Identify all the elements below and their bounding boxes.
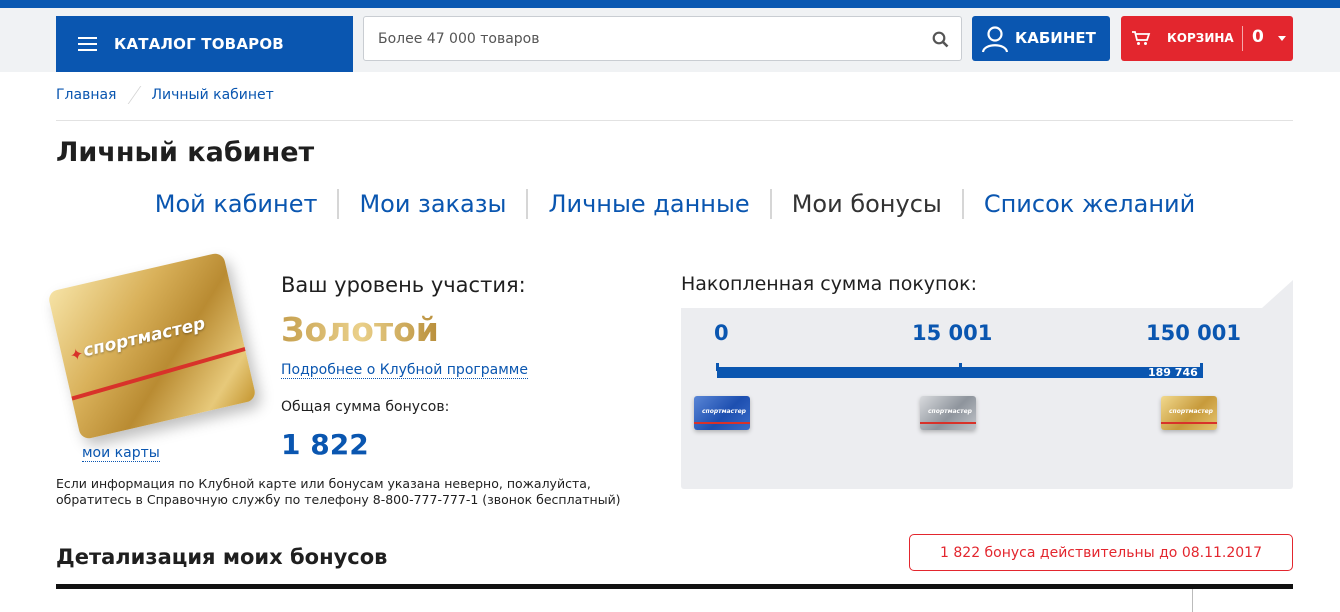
caret-down-icon[interactable] — [1278, 36, 1286, 41]
my-cards-link[interactable]: мои карты — [82, 445, 160, 462]
bonus-caption: Общая сумма бонусов: — [281, 399, 450, 415]
info-text: Если информация по Клубной карте или бон… — [56, 476, 621, 507]
panel-notch — [1262, 280, 1293, 308]
mini-card-brand: спортмастер — [702, 408, 746, 415]
tab-personal-data[interactable]: Личные данные — [528, 190, 769, 218]
level-caption: Ваш уровень участия: — [281, 273, 526, 297]
progress-tick — [959, 363, 962, 371]
search-icon[interactable] — [932, 31, 949, 48]
table-edge — [1192, 589, 1193, 612]
cabinet-label: КАБИНЕТ — [1015, 29, 1096, 47]
account-tabs: Мой кабинет Мои заказы Личные данные Мои… — [130, 189, 1220, 219]
cabinet-button[interactable]: КАБИНЕТ — [972, 16, 1110, 61]
breadcrumb-home[interactable]: Главная — [56, 87, 116, 103]
mini-card-brand: спортмастер — [928, 408, 972, 415]
bonus-details-title: Детализация моих бонусов — [56, 545, 388, 569]
search-box — [363, 16, 962, 61]
threshold-label: 150 001 — [1146, 321, 1241, 345]
purchase-sum-caption: Накопленная сумма покупок: — [681, 273, 977, 295]
mini-card-stripe — [694, 422, 750, 424]
tab-my-bonuses[interactable]: Мои бонусы — [772, 190, 962, 218]
divider — [56, 120, 1293, 121]
menu-icon — [78, 37, 97, 51]
progress-tick — [1200, 363, 1203, 371]
threshold-label: 15 001 — [912, 321, 993, 345]
catalog-label: КАТАЛОГ ТОВАРОВ — [114, 35, 284, 53]
gold-card-icon: спортмастер — [1161, 396, 1217, 430]
cart-label: КОРЗИНА — [1167, 31, 1234, 45]
tab-wishlist[interactable]: Список желаний — [964, 190, 1215, 218]
top-stripe — [0, 0, 1340, 8]
card-brand-logo: спортмастер — [81, 313, 208, 362]
cart-divider — [1242, 26, 1243, 51]
breadcrumb: Главная Личный кабинет — [56, 86, 274, 104]
section-divider — [56, 584, 1293, 589]
club-card-image: ✦ спортмастер — [47, 251, 257, 441]
bonus-total: 1 822 — [281, 428, 369, 461]
mini-card-stripe — [1161, 422, 1217, 424]
cart-icon — [1132, 31, 1151, 45]
level-name: Золотой — [281, 310, 439, 349]
tab-my-cabinet[interactable]: Мой кабинет — [135, 190, 338, 218]
progress-value: 189 746 — [1148, 366, 1198, 379]
page-title: Личный кабинет — [56, 137, 315, 168]
bonus-validity-badge: 1 822 бонуса действительны до 08.11.2017 — [909, 534, 1293, 571]
mini-card-stripe — [920, 422, 976, 424]
breadcrumb-cabinet[interactable]: Личный кабинет — [151, 87, 273, 103]
silver-card-icon: спортмастер — [920, 396, 976, 430]
cart-count: 0 — [1252, 27, 1264, 47]
search-input[interactable] — [378, 17, 918, 60]
threshold-label: 0 — [714, 321, 729, 345]
club-program-link[interactable]: Подробнее о Клубной программе — [281, 362, 528, 379]
catalog-button[interactable]: КАТАЛОГ ТОВАРОВ — [56, 16, 384, 72]
breadcrumb-separator — [128, 86, 142, 104]
user-icon — [981, 26, 1009, 53]
cart-button[interactable]: КОРЗИНА 0 — [1121, 16, 1293, 61]
progress-tick — [716, 363, 719, 371]
mini-card-brand: спортмастер — [1169, 408, 1213, 415]
blue-card-icon: спортмастер — [694, 396, 750, 430]
tab-my-orders[interactable]: Мои заказы — [339, 190, 526, 218]
